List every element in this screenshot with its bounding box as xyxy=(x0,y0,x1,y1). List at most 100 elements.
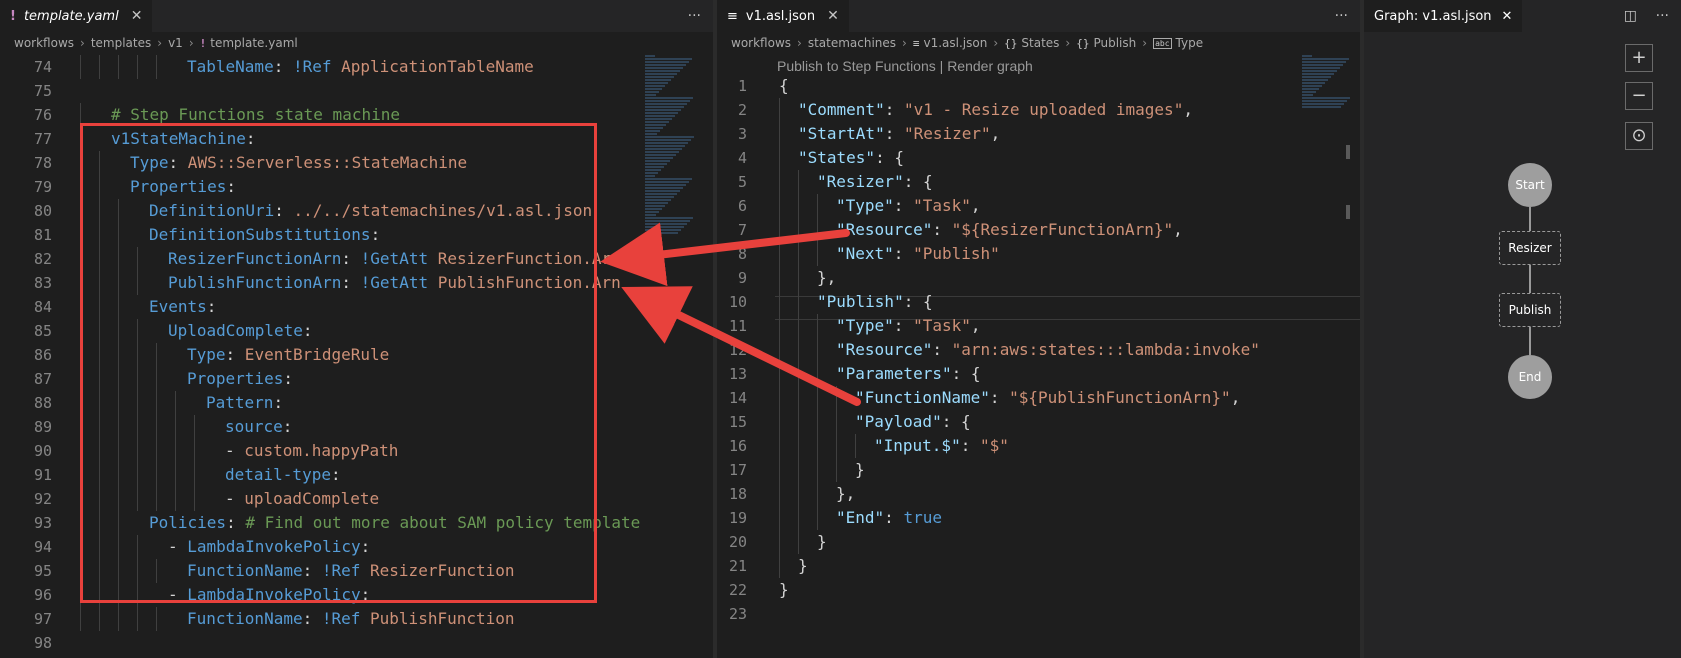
indent-guide xyxy=(99,55,100,79)
code-text: "Comment": "v1 - Resize uploaded images"… xyxy=(798,100,1193,119)
split-editor-icon[interactable]: ◫ xyxy=(1624,0,1637,32)
render-graph-link[interactable]: Render graph xyxy=(947,58,1033,74)
scrollbar-marker[interactable] xyxy=(1346,145,1350,159)
indent-guide xyxy=(779,458,780,482)
minimap-line xyxy=(645,67,683,69)
code-text: }, xyxy=(817,268,837,287)
graph-edge xyxy=(1529,327,1531,355)
minimap-line xyxy=(645,163,667,165)
line-number: 15 xyxy=(728,413,747,431)
code-text: } xyxy=(817,532,827,551)
more-actions-icon[interactable]: ··· xyxy=(688,0,701,32)
minimap-middle[interactable] xyxy=(1302,55,1360,255)
yaml-file-icon: ! xyxy=(10,8,16,24)
indent-guide xyxy=(798,386,799,410)
breadcrumb-item[interactable]: v1.asl.json xyxy=(923,36,987,50)
more-actions-icon[interactable]: ··· xyxy=(1335,0,1348,32)
indent-guide xyxy=(779,290,780,314)
line-number: 17 xyxy=(728,461,747,479)
breadcrumb-item[interactable]: statemachines xyxy=(808,36,896,50)
line-number: 84 xyxy=(33,298,52,316)
chevron-right-icon: › xyxy=(188,36,194,50)
line-number: 97 xyxy=(33,610,52,628)
graph-node-end[interactable]: End xyxy=(1508,355,1552,399)
minimap-line xyxy=(645,73,677,75)
scrollbar-marker[interactable] xyxy=(1346,205,1350,219)
minimap-line xyxy=(645,181,689,183)
close-icon[interactable]: ✕ xyxy=(1502,9,1513,24)
breadcrumb-item[interactable]: workflows xyxy=(14,36,74,50)
breadcrumb-item[interactable]: v1 xyxy=(168,36,183,50)
code-text: } xyxy=(798,556,808,575)
close-icon[interactable]: ✕ xyxy=(131,8,143,24)
zoom-in-button[interactable]: + xyxy=(1625,44,1653,72)
center-graph-button[interactable]: ⊙ xyxy=(1625,122,1653,150)
breadcrumb-item[interactable]: templates xyxy=(91,36,151,50)
indent-guide xyxy=(817,362,818,386)
minimap-line xyxy=(1302,85,1322,87)
breadcrumb-item[interactable]: States xyxy=(1021,36,1059,50)
minimap-line xyxy=(1302,76,1331,78)
graph-node-start[interactable]: Start xyxy=(1508,163,1552,207)
line-number: 96 xyxy=(33,586,52,604)
tab-template-yaml[interactable]: ! template.yaml ✕ xyxy=(0,0,153,32)
breadcrumb-item[interactable]: Type xyxy=(1176,36,1204,50)
graph-node-publish[interactable]: Publish xyxy=(1499,293,1561,327)
line-number: 11 xyxy=(728,317,747,335)
indent-guide xyxy=(779,362,780,386)
zoom-out-button[interactable]: − xyxy=(1625,82,1653,110)
line-number: 90 xyxy=(33,442,52,460)
minimap-line xyxy=(1302,61,1346,63)
code-text: "Resizer": { xyxy=(817,172,933,191)
indent-guide xyxy=(798,266,799,290)
indent-guide xyxy=(779,410,780,434)
line-number: 94 xyxy=(33,538,52,556)
code-text: "Type": "Task", xyxy=(836,196,981,215)
breadcrumb-item[interactable]: Publish xyxy=(1093,36,1136,50)
close-icon[interactable]: ✕ xyxy=(827,8,839,24)
indent-guide xyxy=(118,607,119,631)
string-icon: abc xyxy=(1153,37,1172,49)
minimap-line xyxy=(645,169,661,171)
indent-guide xyxy=(156,607,157,631)
publish-to-step-functions-link[interactable]: Publish to Step Functions xyxy=(777,58,936,74)
more-actions-icon[interactable]: ··· xyxy=(1656,0,1669,32)
tab-label: Graph: v1.asl.json xyxy=(1374,8,1492,24)
indent-guide xyxy=(99,607,100,631)
breadcrumb-item[interactable]: template.yaml xyxy=(210,36,297,50)
indent-guide xyxy=(817,386,818,410)
minimap-line xyxy=(645,100,690,102)
graph-node-resizer[interactable]: Resizer xyxy=(1499,231,1561,265)
chevron-right-icon: › xyxy=(80,36,85,50)
line-number: 88 xyxy=(33,394,52,412)
minimap-line xyxy=(1302,97,1350,99)
minimap-line xyxy=(645,229,681,231)
minimap-left[interactable] xyxy=(645,55,703,255)
line-number: 91 xyxy=(33,466,52,484)
tab-label: template.yaml xyxy=(23,8,119,24)
minimap-line xyxy=(645,109,681,111)
graph-edge xyxy=(1529,265,1531,293)
line-number: 5 xyxy=(737,173,747,191)
chevron-right-icon: › xyxy=(1142,36,1148,50)
minimap-line xyxy=(645,103,687,105)
annotation-highlight-box xyxy=(80,123,597,603)
line-number: 3 xyxy=(737,125,747,143)
minimap-line xyxy=(645,136,694,138)
minimap-line xyxy=(645,142,688,144)
breadcrumb-item[interactable]: workflows xyxy=(731,36,791,50)
minimap-line xyxy=(1302,79,1328,81)
line-number: 95 xyxy=(33,562,52,580)
indent-guide xyxy=(836,458,837,482)
indent-guide xyxy=(836,434,837,458)
indent-guide xyxy=(779,194,780,218)
code-text: "Parameters": { xyxy=(836,364,981,383)
minimap-line xyxy=(645,148,682,150)
tab-graph[interactable]: Graph: v1.asl.json ✕ xyxy=(1364,0,1523,32)
line-number: 10 xyxy=(728,293,747,311)
tab-v1-asl-json[interactable]: ≡ v1.asl.json ✕ xyxy=(717,0,849,32)
codelens-separator: | xyxy=(935,58,948,74)
line-number: 74 xyxy=(33,58,52,76)
indent-guide xyxy=(798,242,799,266)
line-number: 78 xyxy=(33,154,52,172)
